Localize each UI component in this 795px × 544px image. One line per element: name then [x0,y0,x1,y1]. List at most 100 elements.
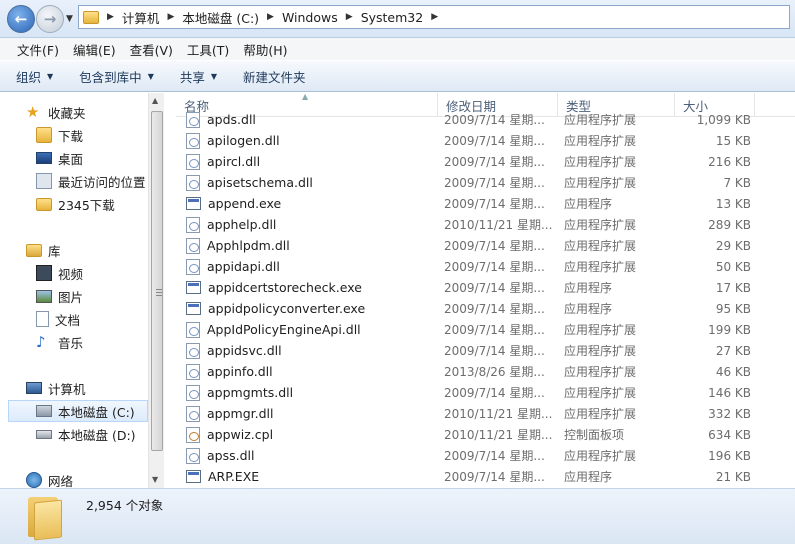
back-button[interactable]: ← [7,5,35,33]
file-type: 应用程序扩展 [564,155,637,169]
file-name: ARP.EXE [208,469,260,484]
menu-tools[interactable]: 工具(T) [180,40,236,59]
folder-icon [28,497,64,541]
nav-desktop[interactable]: 桌面 [36,147,83,169]
nav-favorites[interactable]: ★ 收藏夹 [26,101,86,123]
table-row[interactable]: appmgr.dll 2010/11/21 星期... 应用程序扩展 332 KB [176,403,795,424]
breadcrumb-windows[interactable]: Windows [282,10,344,25]
table-row[interactable]: appidsvc.dll 2009/7/14 星期... 应用程序扩展 27 KB [176,340,795,361]
file-size: 17 KB [715,280,751,295]
file-type: 控制面板项 [564,428,625,442]
file-date: 2009/7/14 星期... [444,134,545,148]
nav-scrollbar[interactable]: ▲ ▼ [148,93,164,488]
file-date: 2009/7/14 星期... [444,323,545,337]
nav-computer[interactable]: 计算机 [26,377,86,399]
star-icon: ★ [26,103,40,121]
table-row[interactable]: ARP.EXE 2009/7/14 星期... 应用程序 21 KB [176,466,795,487]
chevron-down-icon: ▼ [210,71,218,81]
chevron-right-icon[interactable]: ▶ [346,12,353,22]
table-row[interactable]: append.exe 2009/7/14 星期... 应用程序 13 KB [176,193,795,214]
breadcrumb-computer[interactable]: 计算机 [122,8,166,27]
file-name: appinfo.dll [207,364,273,379]
cpl-file-icon [186,426,200,443]
nav-libraries[interactable]: 库 [26,239,61,261]
scroll-down-icon[interactable]: ▼ [152,475,158,484]
file-name: appmgr.dll [207,406,274,421]
file-name-cell: apisetschema.dll [176,174,438,191]
breadcrumb[interactable]: ▶ 计算机 ▶ 本地磁盘 (C:) ▶ Windows ▶ System32 ▶ [78,5,790,29]
breadcrumb-drive-c[interactable]: 本地磁盘 (C:) [182,8,265,27]
new-folder-button[interactable]: 新建文件夹 [243,67,306,86]
nav-label: 视频 [58,266,84,282]
nav-label: 图片 [58,289,84,305]
nav-label: 库 [48,243,61,259]
scroll-thumb[interactable] [151,111,163,451]
file-type: 应用程序扩展 [564,218,637,232]
file-name-cell: appwiz.cpl [176,426,438,443]
command-bar: 组织 ▼ 包含到库中 ▼ 共享 ▼ 新建文件夹 [0,60,795,92]
file-date: 2010/11/21 星期... [444,407,553,421]
nav-pictures[interactable]: 图片 [36,285,83,307]
file-name: appidcertstorecheck.exe [208,280,362,295]
menu-edit[interactable]: 编辑(E) [66,40,123,59]
table-row[interactable]: apds.dll 2009/7/14 星期... 应用程序扩展 1,099 KB [176,109,795,130]
scroll-up-icon[interactable]: ▲ [152,96,158,105]
nav-label: 下载 [58,128,84,144]
file-name: append.exe [208,196,282,211]
menu-file[interactable]: 文件(F) [10,40,66,59]
table-row[interactable]: apircl.dll 2009/7/14 星期... 应用程序扩展 216 KB [176,151,795,172]
table-row[interactable]: appwiz.cpl 2010/11/21 星期... 控制面板项 634 KB [176,424,795,445]
include-in-library-button[interactable]: 包含到库中 ▼ [79,67,154,86]
table-row[interactable]: appinfo.dll 2013/8/26 星期... 应用程序扩展 46 KB [176,361,795,382]
nav-downloads[interactable]: 下载 [36,124,83,146]
folder-icon [83,10,99,24]
new-folder-label: 新建文件夹 [243,69,306,85]
table-row[interactable]: apss.dll 2009/7/14 星期... 应用程序扩展 196 KB [176,445,795,466]
table-row[interactable]: apilogen.dll 2009/7/14 星期... 应用程序扩展 15 KB [176,130,795,151]
nav-recent-places[interactable]: 最近访问的位置 [36,170,146,192]
file-name-cell: appinfo.dll [176,363,438,380]
chevron-right-icon[interactable]: ▶ [107,12,114,22]
file-type: 应用程序 [564,197,613,211]
menu-view[interactable]: 查看(V) [123,40,180,59]
breadcrumb-system32[interactable]: System32 [361,10,430,25]
menu-help[interactable]: 帮助(H) [236,40,294,59]
nav-documents[interactable]: 文档 [36,308,80,330]
nav-videos[interactable]: 视频 [36,262,83,284]
table-row[interactable]: appidcertstorecheck.exe 2009/7/14 星期... 应用… [176,277,795,298]
grip-icon [156,292,162,293]
organize-button[interactable]: 组织 ▼ [16,67,53,86]
share-button[interactable]: 共享 ▼ [180,67,217,86]
folder-icon [36,197,52,211]
chevron-right-icon[interactable]: ▶ [167,12,174,22]
file-type: 应用程序扩展 [564,449,637,463]
chevron-right-icon[interactable]: ▶ [267,12,274,22]
table-row[interactable]: apphelp.dll 2010/11/21 星期... 应用程序扩展 289 KB [176,214,795,235]
file-type: 应用程序 [564,470,613,484]
nav-2345-downloads[interactable]: 2345下载 [36,193,115,215]
recent-pages-dropdown[interactable]: ▼ [66,14,73,24]
nav-drive-d[interactable]: 本地磁盘 (D:) [36,423,136,445]
nav-music[interactable]: ♪ 音乐 [36,331,83,353]
file-name: apircl.dll [207,154,261,169]
nav-drive-c[interactable]: 本地磁盘 (C:) [8,400,148,422]
file-name: apphelp.dll [207,217,277,232]
include-library-label: 包含到库中 [79,69,142,85]
file-name-cell: appidpolicyconverter.exe [176,301,438,316]
table-row[interactable]: Apphlpdm.dll 2009/7/14 星期... 应用程序扩展 29 KB [176,235,795,256]
table-row[interactable]: appidapi.dll 2009/7/14 星期... 应用程序扩展 50 KB [176,256,795,277]
table-row[interactable]: appmgmts.dll 2009/7/14 星期... 应用程序扩展 146 KB [176,382,795,403]
file-name-cell: apircl.dll [176,153,438,170]
dll-file-icon [186,342,200,359]
file-date: 2013/8/26 星期... [444,365,545,379]
dll-file-icon [186,384,200,401]
nav-network[interactable]: 网络 [26,469,73,488]
file-size: 21 KB [715,469,751,484]
chevron-right-icon[interactable]: ▶ [431,12,438,22]
nav-label: 2345下载 [58,197,115,213]
table-row[interactable]: apisetschema.dll 2009/7/14 星期... 应用程序扩展 7 K… [176,172,795,193]
table-row[interactable]: appidpolicyconverter.exe 2009/7/14 星期... 应… [176,298,795,319]
file-size: 95 KB [715,301,751,316]
forward-button[interactable]: → [36,5,64,33]
table-row[interactable]: AppIdPolicyEngineApi.dll 2009/7/14 星期... 应… [176,319,795,340]
